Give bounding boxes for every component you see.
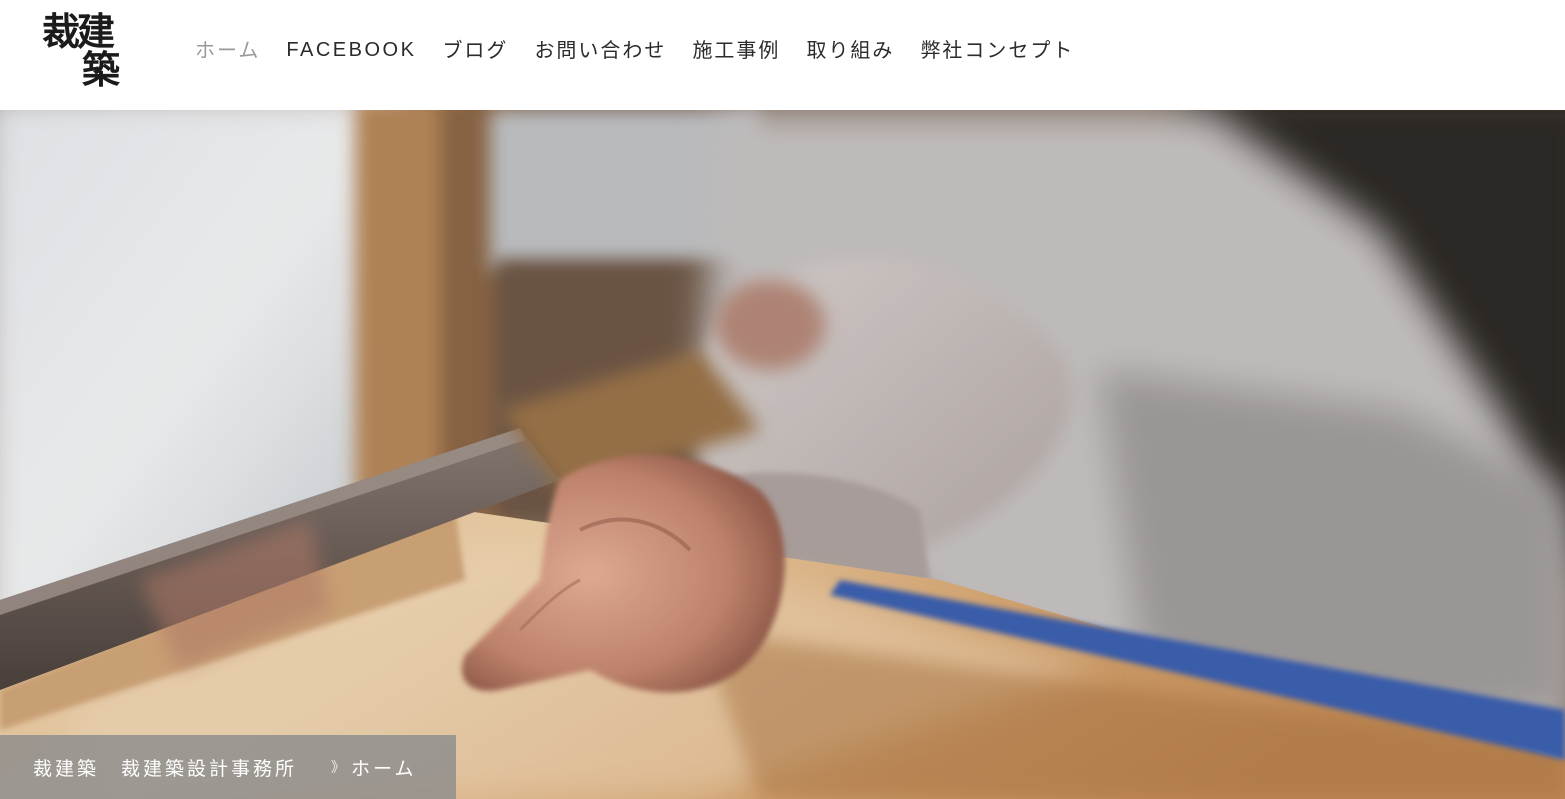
main-navigation: ホーム FACEBOOK ブログ お問い合わせ 施工事例 取り組み 弊社コンセプ… <box>195 32 1100 68</box>
breadcrumb: 裁建築 裁建築設計事務所 》 ホーム <box>0 735 456 799</box>
nav-item-blog[interactable]: ブログ <box>442 32 508 68</box>
nav-item-concept[interactable]: 弊社コンセプト <box>920 32 1074 68</box>
breadcrumb-separator: 》 <box>331 760 346 776</box>
nav-item-initiatives[interactable]: 取り組み <box>806 32 894 68</box>
nav-item-facebook[interactable]: FACEBOOK <box>286 32 416 68</box>
logo-text-line2: 築 <box>82 47 121 92</box>
hero-image <box>0 110 1565 799</box>
hero-photo-carpentry <box>0 110 1565 799</box>
breadcrumb-current: ホーム <box>351 757 417 780</box>
nav-item-contact[interactable]: お問い合わせ <box>534 32 666 68</box>
logo-text-line1: 裁建 <box>42 9 115 54</box>
breadcrumb-site-link[interactable]: 裁建築 裁建築設計事務所 <box>33 754 297 781</box>
nav-item-works[interactable]: 施工事例 <box>692 32 780 68</box>
nav-item-home[interactable]: ホーム <box>195 32 260 68</box>
site-header: 裁建 築 ホーム FACEBOOK ブログ お問い合わせ 施工事例 取り組み 弊… <box>0 0 1565 110</box>
site-logo[interactable]: 裁建 築 <box>40 12 130 94</box>
